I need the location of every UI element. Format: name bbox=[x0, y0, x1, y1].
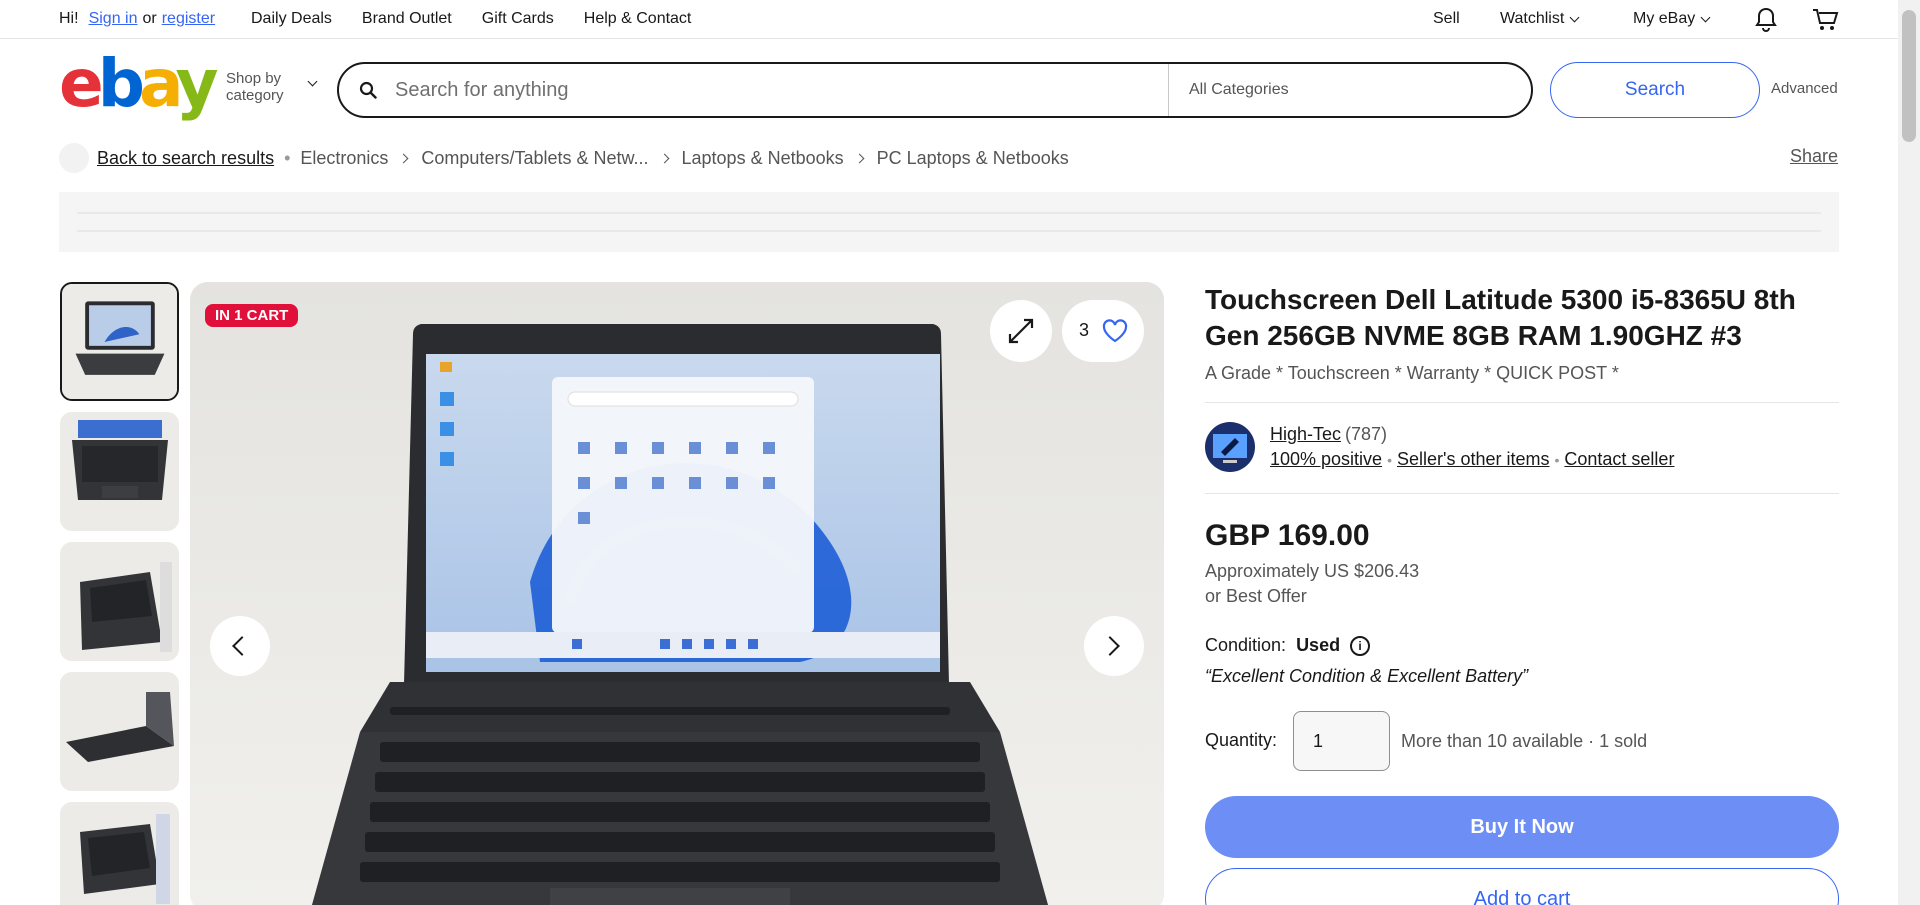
thumbnail-4[interactable] bbox=[60, 672, 179, 791]
ad-banner-placeholder bbox=[59, 192, 1839, 252]
contact-seller-link[interactable]: Contact seller bbox=[1564, 449, 1674, 470]
breadcrumb-computers[interactable]: Computers/Tablets & Netw... bbox=[421, 148, 648, 169]
back-to-results-link[interactable]: Back to search results bbox=[97, 148, 274, 169]
chevron-down-icon bbox=[1569, 12, 1580, 22]
quantity-input[interactable] bbox=[1293, 711, 1390, 771]
next-image-button[interactable] bbox=[1084, 616, 1144, 676]
gift-cards-link[interactable]: Gift Cards bbox=[482, 10, 554, 28]
shop-by-line2: category bbox=[226, 87, 284, 104]
sell-link[interactable]: Sell bbox=[1433, 10, 1460, 28]
thumbnail-3[interactable] bbox=[60, 542, 179, 661]
category-select[interactable]: All Categories bbox=[1168, 64, 1331, 116]
search-bar: All Categories bbox=[337, 62, 1533, 118]
chevron-right-icon bbox=[659, 153, 669, 163]
divider bbox=[1205, 402, 1839, 403]
chevron-down-icon bbox=[1700, 12, 1711, 22]
greeting-text: Hi! bbox=[59, 10, 79, 27]
buy-it-now-button[interactable]: Buy It Now bbox=[1205, 796, 1839, 858]
top-nav: Hi! Sign in or register Daily Deals Bran… bbox=[0, 0, 1898, 39]
thumbnail-5[interactable] bbox=[60, 802, 179, 905]
in-cart-badge: IN 1 CART bbox=[205, 304, 299, 327]
my-ebay-label: My eBay bbox=[1633, 10, 1696, 27]
expand-icon bbox=[1008, 318, 1034, 344]
banner-line bbox=[77, 230, 1821, 232]
thumbnail-2[interactable] bbox=[60, 412, 179, 531]
logo-letter-y: y bbox=[175, 45, 219, 122]
top-links: Daily Deals Brand Outlet Gift Cards Help… bbox=[251, 10, 691, 28]
ebay-logo[interactable]: ebay bbox=[59, 51, 219, 117]
advanced-search-link[interactable]: Advanced bbox=[1771, 80, 1838, 97]
chevron-right-icon bbox=[854, 153, 865, 163]
main-product-image[interactable] bbox=[190, 282, 1164, 905]
bell-icon[interactable] bbox=[1754, 7, 1778, 33]
add-to-cart-button[interactable]: Add to cart bbox=[1205, 868, 1839, 905]
help-contact-link[interactable]: Help & Contact bbox=[584, 10, 692, 28]
chevron-right-icon bbox=[398, 153, 409, 163]
watchlist-dropdown[interactable]: Watchlist bbox=[1500, 10, 1580, 28]
chevron-down-icon bbox=[307, 76, 318, 87]
condition-value: Used bbox=[1296, 635, 1341, 655]
breadcrumb-dot: • bbox=[284, 147, 291, 168]
breadcrumb-electronics[interactable]: Electronics bbox=[300, 148, 388, 169]
condition-note: “Excellent Condition & Excellent Battery… bbox=[1205, 666, 1529, 686]
divider bbox=[1205, 493, 1839, 494]
seller-links: 100% positive • Seller's other items • C… bbox=[1270, 449, 1674, 470]
thumbnail-1[interactable] bbox=[60, 282, 179, 401]
search-input[interactable] bbox=[395, 76, 1165, 104]
listing-title: Touchscreen Dell Latitude 5300 i5-8365U … bbox=[1205, 284, 1796, 351]
separator-dot: • bbox=[1554, 451, 1560, 468]
or-text: or bbox=[142, 10, 157, 27]
expand-image-button[interactable] bbox=[990, 300, 1052, 362]
seller-other-items-link[interactable]: Seller's other items bbox=[1397, 449, 1550, 470]
scrollbar-thumb[interactable] bbox=[1902, 10, 1916, 142]
shop-by-line1: Shop by bbox=[226, 70, 282, 87]
logo-letter-a: a bbox=[139, 45, 181, 122]
register-link[interactable]: register bbox=[162, 10, 215, 28]
banner-line bbox=[77, 212, 1821, 214]
back-arrow-icon bbox=[59, 143, 89, 173]
breadcrumb-pc-laptops[interactable]: PC Laptops & Netbooks bbox=[877, 148, 1069, 169]
daily-deals-link[interactable]: Daily Deals bbox=[251, 10, 332, 28]
brand-outlet-link[interactable]: Brand Outlet bbox=[362, 10, 452, 28]
breadcrumb-laptops[interactable]: Laptops & Netbooks bbox=[682, 148, 844, 169]
cart-icon[interactable] bbox=[1812, 7, 1839, 33]
positive-feedback-link[interactable]: 100% positive bbox=[1270, 449, 1382, 470]
laptop-photo bbox=[190, 282, 1164, 905]
watchlist-label: Watchlist bbox=[1500, 10, 1565, 27]
sign-in-link[interactable]: Sign in bbox=[89, 10, 138, 28]
greeting-area: Hi! Sign in or register bbox=[59, 10, 215, 28]
previous-image-button[interactable] bbox=[210, 616, 270, 676]
heart-icon bbox=[1102, 319, 1128, 343]
watch-button[interactable]: 3 bbox=[1062, 300, 1144, 362]
breadcrumb: Back to search results • Electronics Com… bbox=[59, 143, 1069, 173]
my-ebay-dropdown[interactable]: My eBay bbox=[1633, 10, 1711, 28]
best-offer-text: or Best Offer bbox=[1205, 586, 1307, 606]
price: GBP 169.00 bbox=[1205, 519, 1370, 552]
approx-price: Approximately US $206.43 bbox=[1205, 561, 1420, 581]
seller-feedback-count: (787) bbox=[1345, 424, 1388, 444]
quantity-label: Quantity: bbox=[1205, 730, 1278, 750]
separator-dot: • bbox=[1387, 451, 1392, 468]
seller-name-link[interactable]: High-Tec bbox=[1270, 424, 1341, 444]
sell-label: Sell bbox=[1433, 10, 1460, 27]
search-button[interactable]: Search bbox=[1550, 62, 1760, 118]
chevron-right-icon bbox=[1100, 636, 1120, 656]
share-link[interactable]: Share bbox=[1790, 146, 1838, 167]
page-scrollbar[interactable] bbox=[1898, 0, 1920, 905]
condition-label: Condition: bbox=[1205, 635, 1287, 655]
availability-text: More than 10 available · 1 sold bbox=[1401, 731, 1648, 751]
info-icon[interactable]: i bbox=[1350, 635, 1371, 656]
seller-avatar[interactable] bbox=[1205, 422, 1255, 472]
seller-info: High-Tec (787) bbox=[1270, 424, 1387, 445]
logo-letter-b: b bbox=[97, 45, 145, 122]
logo-letter-e: e bbox=[59, 45, 104, 122]
search-icon bbox=[359, 81, 377, 99]
shop-by-category-button[interactable]: Shop by category bbox=[226, 70, 318, 104]
chevron-left-icon bbox=[232, 636, 252, 656]
watch-count: 3 bbox=[1079, 320, 1090, 340]
condition: Condition: Used i bbox=[1205, 635, 1371, 656]
listing-subtitle: A Grade * Touchscreen * Warranty * QUICK… bbox=[1205, 363, 1619, 383]
